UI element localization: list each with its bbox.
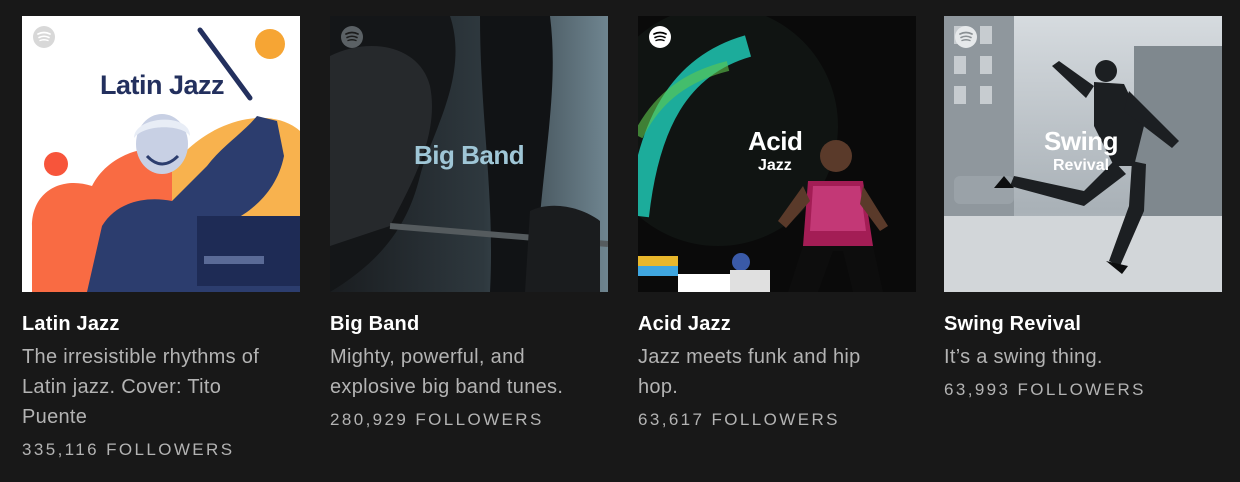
playlist-card-latin-jazz[interactable]: Latin Jazz Latin Jazz The irresistible r… <box>22 16 300 462</box>
spotify-logo-icon <box>341 26 363 48</box>
playlist-title[interactable]: Acid Jazz <box>638 312 916 336</box>
spotify-logo-icon <box>955 26 977 48</box>
cover-title: Big Band <box>414 140 525 170</box>
playlist-title[interactable]: Big Band <box>330 312 608 336</box>
playlist-followers: 335,116 FOLLOWERS <box>22 440 235 459</box>
playlist-cover[interactable]: Acid Jazz <box>638 16 916 292</box>
playlist-description: It’s a swing thing. <box>944 346 1103 368</box>
playlist-card-swing-revival[interactable]: Swing Revival Swing Revival It’s a swing… <box>944 16 1222 402</box>
playlist-grid: Latin Jazz Latin Jazz The irresistible r… <box>0 0 1240 482</box>
cover-title: Latin Jazz <box>100 70 225 100</box>
playlist-description: Jazz meets funk and hip hop. <box>638 346 861 398</box>
playlist-cover[interactable]: Big Band <box>330 16 608 292</box>
playlist-description: The irresistible rhythms of Latin jazz. … <box>22 346 260 428</box>
playlist-card-acid-jazz[interactable]: Acid Jazz Acid Jazz Jazz meets funk and … <box>638 16 916 432</box>
playlist-title[interactable]: Latin Jazz <box>22 312 300 336</box>
cover-subtitle: Jazz <box>758 157 792 174</box>
playlist-cover[interactable]: Latin Jazz <box>22 16 300 292</box>
cover-artwork <box>32 27 300 292</box>
playlist-card-big-band[interactable]: Big Band Big Band Mighty, powerful, and … <box>330 16 608 432</box>
playlist-title[interactable]: Swing Revival <box>944 312 1222 336</box>
cover-title: Swing <box>1044 126 1119 156</box>
cover-title: Acid <box>748 126 803 156</box>
cover-subtitle: Revival <box>1053 157 1110 174</box>
playlist-description: Mighty, powerful, and explosive big band… <box>330 346 564 398</box>
playlist-followers: 63,617 FOLLOWERS <box>638 410 840 429</box>
playlist-followers: 280,929 FOLLOWERS <box>330 410 544 429</box>
playlist-followers: 63,993 FOLLOWERS <box>944 380 1146 399</box>
playlist-cover[interactable]: Swing Revival <box>944 16 1222 292</box>
spotify-logo-icon <box>649 26 671 48</box>
spotify-logo-icon <box>33 26 55 48</box>
